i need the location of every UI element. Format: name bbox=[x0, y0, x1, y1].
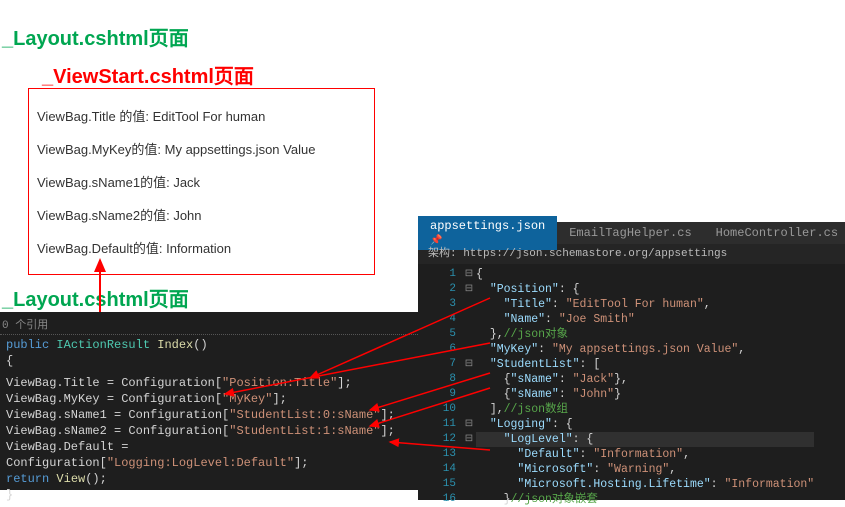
json-code[interactable]: { "Position": { "Title": "EditTool For h… bbox=[476, 264, 814, 507]
code-block: public IActionResult Index() { ViewBag.T… bbox=[0, 337, 418, 503]
appsettings-editor[interactable]: appsettings.json 📌 EmailTagHelper.cs Hom… bbox=[418, 222, 845, 500]
controller-editor[interactable]: 0 个引用 public IActionResult Index() { Vie… bbox=[0, 312, 418, 490]
output-panel: ViewBag.Title 的值: EditTool For human Vie… bbox=[28, 88, 375, 275]
fold-gutter[interactable]: ⊟⊟ ⊟ ⊟⊟ bbox=[462, 264, 476, 507]
output-row: ViewBag.sName1的值: Jack bbox=[37, 165, 366, 198]
output-row: ViewBag.Default的值: Information bbox=[37, 231, 366, 264]
heading-viewstart: _ViewStart.cshtml页面 bbox=[42, 60, 254, 89]
tab-homecontroller[interactable]: HomeController.cs bbox=[704, 223, 845, 243]
output-row: ViewBag.Title 的值: EditTool For human bbox=[37, 99, 366, 132]
codelens-references[interactable]: 0 个引用 bbox=[0, 316, 418, 335]
line-gutter: 1234 5678 9101112 13141516 bbox=[418, 264, 462, 507]
tab-emailtaghelper[interactable]: EmailTagHelper.cs bbox=[557, 223, 703, 243]
output-row: ViewBag.sName2的值: John bbox=[37, 198, 366, 231]
schema-bar[interactable]: 架构: https://json.schemastore.org/appsett… bbox=[418, 244, 845, 264]
tab-bar: appsettings.json 📌 EmailTagHelper.cs Hom… bbox=[418, 222, 845, 244]
heading-layout-top: _Layout.cshtml页面 bbox=[2, 22, 189, 51]
heading-layout-bottom: _Layout.cshtml页面 bbox=[2, 283, 189, 312]
output-row: ViewBag.MyKey的值: My appsettings.json Val… bbox=[37, 132, 366, 165]
